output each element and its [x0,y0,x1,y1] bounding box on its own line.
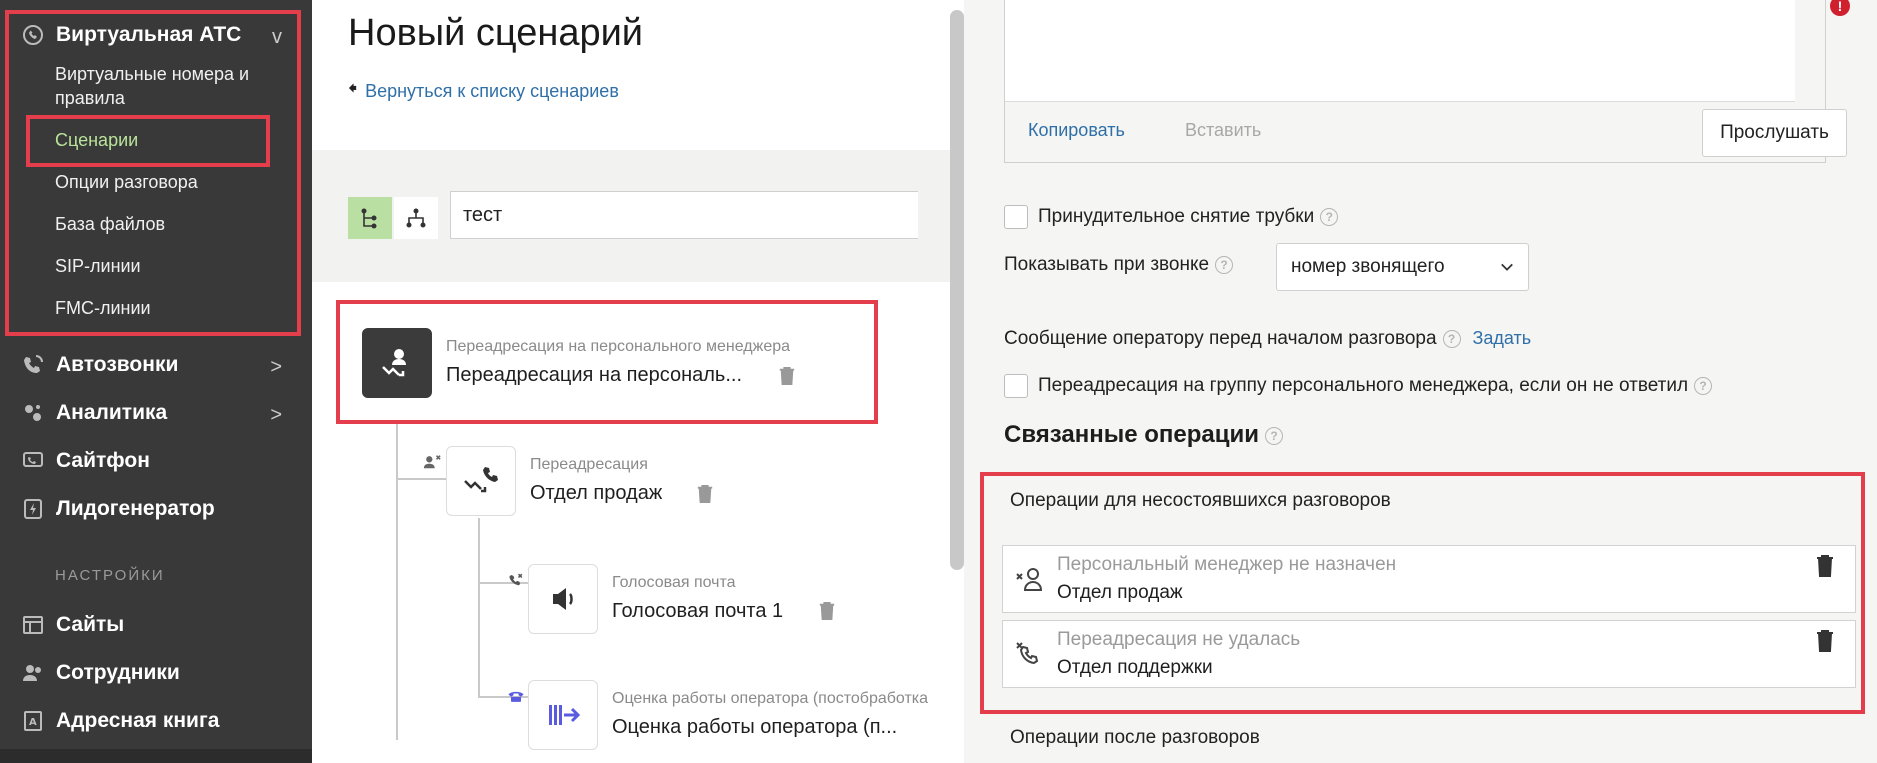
force-pickup-checkbox[interactable] [1004,205,1028,229]
message-textarea[interactable] [1005,0,1825,102]
linked-title-text: Связанные операции [1004,421,1260,448]
tree-view-icon [361,208,377,229]
group-redirect-checkbox[interactable] [1004,374,1028,398]
message-editor: Копировать Вставить Прослушать [1004,0,1847,163]
sidebar: Виртуальная АТС v Виртуальные номера и п… [0,0,312,763]
help-icon[interactable]: ? [1694,376,1713,395]
operation-name: Отдел продаж [530,482,663,504]
show-on-call-label: Показывать при звонке? [1004,254,1234,276]
help-icon[interactable]: ? [1320,207,1339,226]
chevron-right-icon[interactable]: > [270,404,282,427]
set-message-link[interactable]: Задать [1473,328,1532,348]
force-pickup-text: Принудительное снятие трубки [1038,206,1315,227]
listen-button[interactable]: Прослушать [1702,109,1847,157]
error-icon: ! [1830,0,1850,16]
group-redirect-label: Переадресация на группу персонального ме… [1038,375,1713,397]
sidebar-item-label: Сайты [56,613,125,636]
sidebar-item-address-book[interactable]: A Адресная книга [20,708,219,734]
highlight-box-selected-node [336,300,878,424]
settings-section-label: НАСТРОЙКИ [55,567,165,584]
show-on-call-select[interactable]: номер звонящего [1276,243,1529,291]
help-icon[interactable]: ? [1265,426,1284,445]
autocall-icon [20,352,46,378]
force-pickup-label: Принудительное снятие трубки? [1038,206,1339,228]
highlight-box-scenarios [26,115,270,167]
sidebar-item-label: Сотрудники [56,661,180,684]
after-call-icon [504,686,528,706]
redirect-icon [446,446,516,516]
back-link-label: Вернуться к списку сценариев [365,80,619,101]
scenario-search-input[interactable] [450,191,918,239]
graph-view-icon [406,208,426,228]
page-title: Новый сценарий [348,12,644,54]
sites-icon [20,612,46,638]
sidebar-item-sitephone[interactable]: Сайтфон [20,448,150,474]
group-redirect-text: Переадресация на группу персонального ме… [1038,375,1689,396]
show-on-call-value: номер звонящего [1291,256,1445,277]
sidebar-item-label: Аналитика [56,401,168,424]
operation-node-voicemail[interactable]: Голосовая почта Голосовая почта 1 [528,564,783,634]
sidebar-item-leadgen[interactable]: Лидогенератор [20,496,215,522]
highlight-box-linked-operations [980,472,1865,714]
arrow-left-icon: 🠸 [348,78,358,98]
operation-name: Голосовая почта 1 [612,600,784,622]
sitephone-icon [20,448,46,474]
after-calls-heading: Операции после разговоров [1010,727,1260,748]
sidebar-item-label: Адресная книга [56,709,220,732]
sidebar-item-sites[interactable]: Сайты [20,612,124,638]
sidebar-item-label: Автозвонки [56,353,179,376]
operation-settings-panel: Копировать Вставить Прослушать ! Принуди… [964,0,1877,763]
scenario-editor-panel: Новый сценарий 🠸 Вернуться к списку сцен… [312,0,964,763]
sidebar-item-label: Сайтфон [56,449,150,472]
operation-type: Переадресация [530,456,648,473]
manager-not-assigned-icon [420,452,444,472]
sidebar-item-label: Лидогенератор [56,497,215,520]
leadgen-icon [20,496,46,522]
sidebar-item-employees[interactable]: Сотрудники [20,660,180,686]
chevron-right-icon[interactable]: > [270,356,282,379]
back-to-scenarios-link[interactable]: 🠸 Вернуться к списку сценариев [348,76,619,106]
operation-type: Голосовая почта [612,574,736,591]
chevron-down-icon [1501,263,1513,271]
help-icon[interactable]: ? [1442,329,1461,348]
sidebar-item-autocalls[interactable]: Автозвонки [20,352,178,378]
textarea-scrollbar[interactable] [1795,0,1825,102]
operator-message-text: Сообщение оператору перед началом разгов… [1004,328,1437,349]
trash-icon[interactable] [816,599,838,623]
speaker-icon [528,564,598,634]
operator-rating-icon [528,680,598,750]
copy-link[interactable]: Копировать [1028,120,1125,141]
trash-icon[interactable] [694,482,716,506]
sidebar-footer [0,749,312,763]
address-book-icon: A [20,708,46,734]
linked-operations-title: Связанные операции? [1004,421,1284,449]
tree-connector [478,518,480,698]
highlight-box-pbx [5,10,301,336]
tree-view-button[interactable] [348,197,392,239]
operator-message-label: Сообщение оператору перед началом разгов… [1004,328,1531,350]
operation-name: Оценка работы оператора (п... [612,716,898,738]
paste-link: Вставить [1185,120,1262,140]
operation-type: Оценка работы оператора (постобработка [612,690,929,707]
graph-view-button[interactable] [394,197,438,239]
svg-text:A: A [29,717,37,728]
help-icon[interactable]: ? [1215,255,1234,274]
operation-node-redirect[interactable]: Переадресация Отдел продаж [446,446,662,516]
sidebar-item-analytics[interactable]: Аналитика [20,400,167,426]
middle-scrollbar[interactable] [950,10,964,570]
operation-node-operator-rating[interactable]: Оценка работы оператора (постобработка О… [528,680,928,750]
redirect-failed-icon [504,570,528,590]
employees-icon [20,660,46,686]
analytics-icon [20,400,46,426]
show-on-call-text: Показывать при звонке [1004,254,1210,275]
tree-connector [396,420,398,740]
